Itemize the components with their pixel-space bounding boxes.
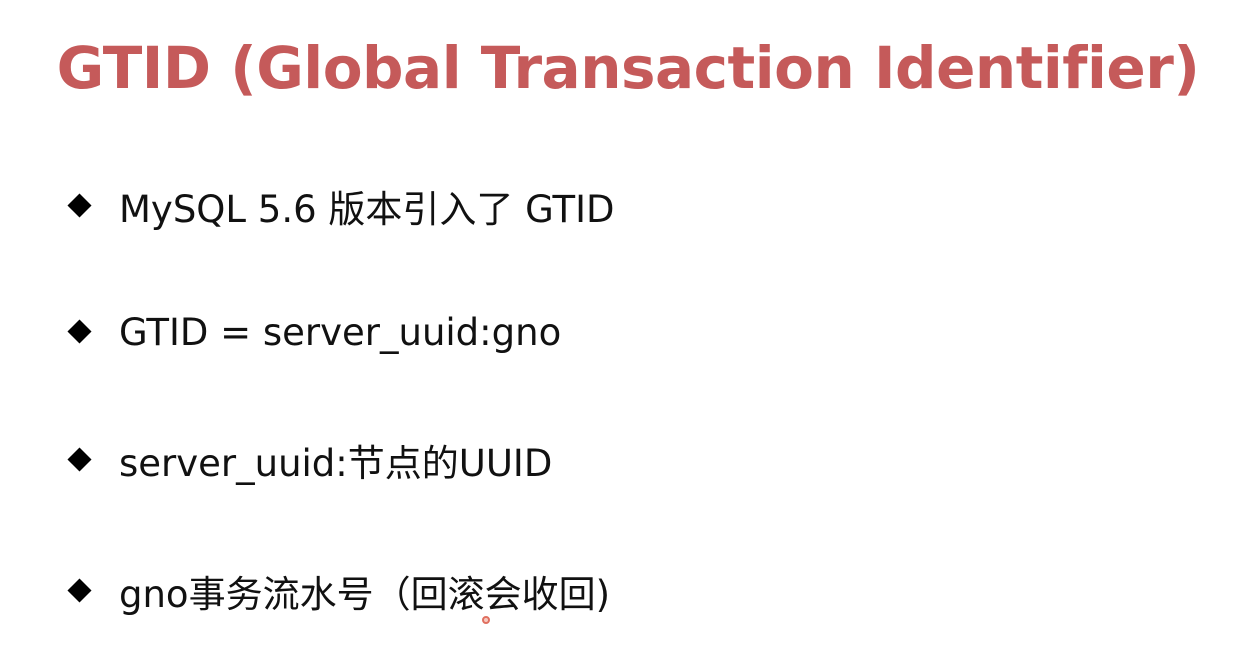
diamond-bullet-icon <box>68 579 92 603</box>
bullet-item: gno事务流水号（回滚会收回) <box>68 566 610 616</box>
bullet-text: server_uuid:节点的UUID <box>119 442 553 485</box>
bullet-text: gno事务流水号（回滚会收回) <box>119 573 611 616</box>
bullet-text: GTID = server_uuid:gno <box>119 310 562 354</box>
diamond-bullet-icon <box>68 448 92 472</box>
slide-title: GTID (Global Transaction Identifier) <box>56 34 1200 102</box>
bullet-text: MySQL 5.6 版本引入了 GTID <box>119 188 615 231</box>
bullet-item: server_uuid:节点的UUID <box>68 435 552 485</box>
mouse-cursor-icon <box>482 616 490 624</box>
diamond-bullet-icon <box>68 194 92 218</box>
bullet-item: MySQL 5.6 版本引入了 GTID <box>68 181 615 231</box>
bullet-item: GTID = server_uuid:gno <box>68 307 561 357</box>
diamond-bullet-icon <box>68 320 92 344</box>
